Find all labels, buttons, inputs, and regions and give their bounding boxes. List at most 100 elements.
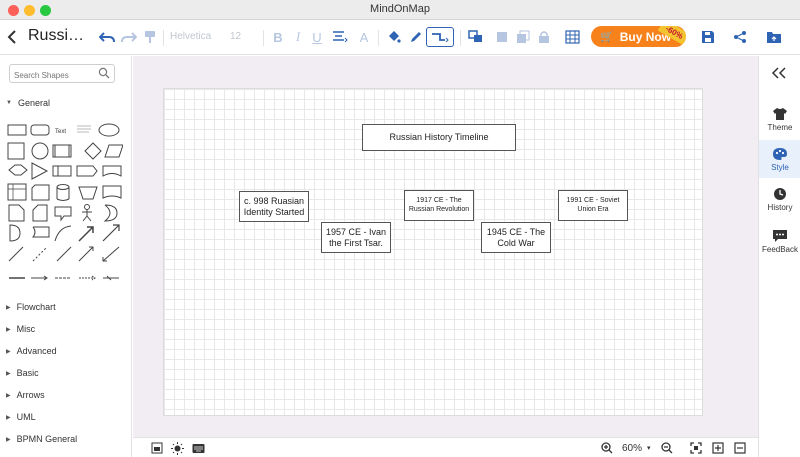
canvas-area[interactable]: Russian History Timeline c. 998 Ruasian … — [133, 56, 758, 437]
process-inner-shape — [54, 144, 70, 158]
node-title[interactable]: Russian History Timeline — [362, 124, 516, 151]
italic-button[interactable]: I — [290, 27, 306, 47]
square-shape — [7, 142, 25, 160]
toolbar-divider — [460, 30, 461, 46]
table-button[interactable] — [563, 27, 585, 47]
diagram-page[interactable]: Russian History Timeline c. 998 Ruasian … — [163, 88, 703, 416]
feedback-tab-label: FeedBack — [761, 244, 799, 254]
caret-right-icon: ▶ — [6, 414, 11, 421]
lock-button[interactable] — [536, 27, 552, 47]
process-shape — [52, 144, 72, 158]
export-button[interactable] — [765, 27, 783, 47]
undo-button[interactable] — [98, 27, 116, 47]
back-button[interactable] — [4, 27, 20, 47]
category-label: Basic — [16, 368, 39, 378]
full-screen-button[interactable] — [712, 442, 724, 454]
arrange-button[interactable] — [466, 27, 488, 47]
shirt-icon — [773, 107, 787, 120]
font-size-select[interactable]: 12 — [230, 31, 241, 42]
node-1917[interactable]: 1917 CE - The Russian Revolution — [404, 190, 474, 221]
category-advanced[interactable]: ▶ Advanced — [6, 346, 57, 356]
style-tab[interactable]: Style — [759, 140, 800, 178]
node-1991[interactable]: 1991 CE - Soviet Union Era — [558, 190, 628, 221]
bring-front-icon — [497, 32, 507, 42]
connector-dotted-arrow-shape — [79, 275, 96, 281]
buy-now-button[interactable]: 🛒 Buy Now -60% — [591, 26, 686, 47]
category-general[interactable]: ▼ General — [6, 98, 50, 108]
connector-icon — [432, 33, 449, 43]
zoom-dropdown-icon[interactable]: ▾ — [647, 442, 651, 454]
diamond-shape — [84, 142, 102, 160]
history-tab-label: History — [767, 202, 793, 212]
shape-search-input[interactable] — [14, 67, 98, 84]
rectangle-shape — [7, 124, 27, 136]
keyboard-shortcuts-button[interactable] — [192, 442, 205, 454]
zoom-level[interactable]: 60% — [622, 442, 642, 454]
line-shape — [8, 246, 24, 262]
shrink-icon — [734, 442, 746, 454]
font-family-select[interactable]: Helvetica — [170, 31, 211, 42]
page-view-button[interactable] — [151, 442, 163, 454]
connector-special-shape — [103, 275, 119, 281]
node-1957[interactable]: 1957 CE - Ivan the First Tsar. — [321, 222, 391, 253]
fit-page-button[interactable] — [690, 442, 702, 454]
collapse-view-button[interactable] — [734, 442, 746, 454]
undo-icon — [99, 32, 115, 43]
connector-style-button[interactable] — [426, 27, 454, 47]
feedback-tab[interactable]: FeedBack — [759, 222, 800, 260]
category-flowchart[interactable]: ▶ Flowchart — [6, 302, 56, 312]
general-shapes-grid[interactable]: Text — [7, 123, 123, 283]
history-tab[interactable]: History — [759, 180, 800, 218]
double-chevron-left-icon — [771, 67, 786, 79]
theme-tab[interactable]: Theme — [759, 100, 800, 138]
line-alt-shape — [56, 246, 72, 262]
fill-color-button[interactable] — [385, 27, 403, 47]
send-back-button[interactable] — [515, 27, 531, 47]
category-general-label: General — [17, 98, 50, 108]
redo-button[interactable] — [120, 27, 138, 47]
internal-storage-shape — [52, 165, 72, 177]
cart-icon: 🛒 — [600, 31, 614, 43]
curve-shape — [54, 225, 72, 242]
pen-icon — [411, 32, 421, 42]
node-1945[interactable]: 1945 CE - The Cold War — [481, 222, 551, 253]
bold-icon: B — [273, 29, 283, 45]
font-color-button[interactable]: A — [356, 27, 372, 47]
zoom-out-button[interactable] — [661, 442, 673, 454]
share-button[interactable] — [731, 27, 749, 47]
bring-front-button[interactable] — [494, 27, 510, 47]
format-painter-button[interactable] — [141, 27, 159, 47]
category-uml[interactable]: ▶ UML — [6, 412, 36, 422]
zoom-in-button[interactable] — [601, 442, 613, 454]
bold-button[interactable]: B — [270, 27, 286, 47]
category-label: Flowchart — [16, 302, 56, 312]
node-998[interactable]: c. 998 Ruasian Identity Started — [239, 191, 309, 222]
callout-shape — [54, 206, 72, 222]
category-arrows[interactable]: ▶ Arrows — [6, 390, 45, 400]
category-label: Misc — [16, 324, 36, 334]
collapse-panel-button[interactable] — [771, 66, 787, 85]
category-bpmn-general[interactable]: ▶ BPMN General — [6, 434, 77, 444]
align-center-icon — [333, 31, 348, 43]
document-shape — [102, 165, 122, 177]
line-color-button[interactable] — [407, 27, 425, 47]
document-title[interactable]: Russi… — [28, 27, 84, 45]
clock-icon — [774, 187, 786, 200]
theme-toggle-button[interactable] — [171, 441, 184, 455]
category-basic[interactable]: ▶ Basic — [6, 368, 39, 378]
fit-screen-icon — [690, 442, 702, 454]
tape-shape — [102, 185, 122, 199]
search-icon[interactable] — [98, 67, 110, 79]
underline-button[interactable]: U — [309, 27, 325, 47]
bidirectional-arrow-shape — [78, 226, 94, 242]
save-button[interactable] — [699, 27, 717, 47]
parallelogram-shape — [104, 144, 123, 158]
align-button[interactable] — [330, 27, 350, 47]
keyboard-icon — [192, 443, 205, 453]
data-storage-shape — [31, 226, 50, 238]
bi-arrow-line-shape — [102, 246, 120, 262]
send-back-icon — [517, 30, 530, 43]
dashed-line-shape — [32, 246, 48, 262]
category-misc[interactable]: ▶ Misc — [6, 324, 35, 334]
delay-shape — [9, 224, 21, 242]
